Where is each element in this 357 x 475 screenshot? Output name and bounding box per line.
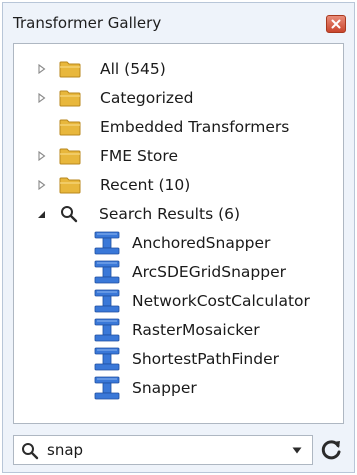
search-result-item[interactable]: NetworkCostCalculator <box>14 288 343 314</box>
search-result-label: Snapper <box>132 379 197 397</box>
folder-icon <box>59 177 81 194</box>
search-result-label: ShortestPathFinder <box>132 350 280 368</box>
search-result-item[interactable]: ArcSDEGridSnapper <box>14 259 343 285</box>
collapse-arrow-icon[interactable] <box>36 208 46 220</box>
search-bar <box>13 435 344 465</box>
search-result-label: ArcSDEGridSnapper <box>132 263 287 281</box>
tree-item-label: Embedded Transformers <box>100 118 290 136</box>
search-result-label: RasterMosaicker <box>132 321 260 339</box>
transformer-gallery-panel: Transformer Gallery All (545) Categorize… <box>2 2 355 473</box>
tree-item-all[interactable]: All (545) <box>14 56 343 82</box>
tree-item-label: Categorized <box>100 89 194 107</box>
search-result-item[interactable]: Snapper <box>14 375 343 401</box>
tree-item-label: FME Store <box>100 147 178 165</box>
expand-arrow-icon[interactable] <box>37 150 47 162</box>
search-result-item[interactable]: RasterMosaicker <box>14 317 343 343</box>
window-title: Transformer Gallery <box>13 14 162 32</box>
transformer-icon <box>94 376 120 400</box>
tree-item-recent[interactable]: Recent (10) <box>14 172 343 198</box>
search-result-item[interactable]: ShortestPathFinder <box>14 346 343 372</box>
transformer-icon <box>94 318 120 342</box>
search-icon <box>61 206 78 223</box>
transformer-icon <box>94 231 120 255</box>
tree-item-embedded-transformers[interactable]: Embedded Transformers <box>14 114 343 140</box>
search-result-item[interactable]: AnchoredSnapper <box>14 230 343 256</box>
tree-item-categorized[interactable]: Categorized <box>14 85 343 111</box>
expand-arrow-icon[interactable] <box>37 179 47 191</box>
search-input[interactable] <box>47 440 277 460</box>
expand-arrow-icon[interactable] <box>37 63 47 75</box>
search-field[interactable] <box>13 435 313 465</box>
close-button[interactable] <box>326 15 346 33</box>
folder-icon <box>59 90 81 107</box>
expand-arrow-icon[interactable] <box>37 92 47 104</box>
folder-icon <box>59 148 81 165</box>
tree-item-label: All (545) <box>100 60 166 78</box>
transformer-icon <box>94 260 120 284</box>
transformer-tree: All (545) Categorized Embedded Transform… <box>13 43 344 424</box>
search-result-label: AnchoredSnapper <box>132 234 271 252</box>
close-icon <box>331 19 341 29</box>
tree-item-label: Search Results (6) <box>99 205 241 223</box>
transformer-icon <box>94 347 120 371</box>
refresh-button[interactable] <box>319 437 343 463</box>
folder-icon <box>59 61 81 78</box>
transformer-icon <box>94 289 120 313</box>
title-bar: Transformer Gallery <box>3 3 354 43</box>
tree-item-search-results[interactable]: Search Results (6) <box>14 201 343 227</box>
search-result-label: NetworkCostCalculator <box>132 292 310 310</box>
refresh-icon <box>321 440 341 460</box>
search-icon <box>22 443 39 460</box>
chevron-down-icon[interactable] <box>292 447 302 454</box>
folder-icon <box>59 119 81 136</box>
tree-item-fme-store[interactable]: FME Store <box>14 143 343 169</box>
tree-item-label: Recent (10) <box>100 176 191 194</box>
